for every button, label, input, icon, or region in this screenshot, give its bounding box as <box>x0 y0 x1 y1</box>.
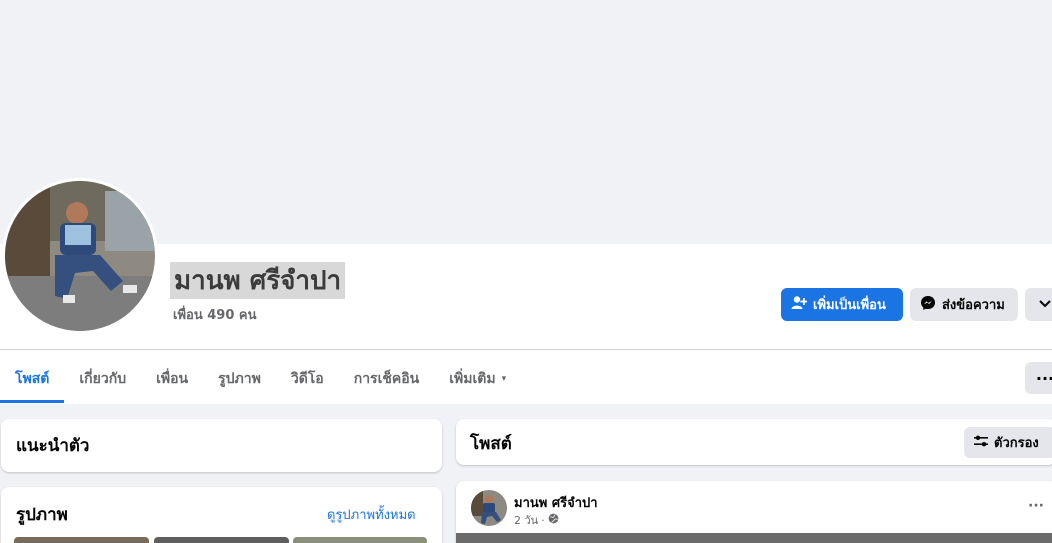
see-all-photos-link[interactable]: ดูรูปภาพทั้งหมด <box>327 504 416 525</box>
intro-card: แนะนำตัว <box>1 419 442 472</box>
photo-thumbnail[interactable] <box>293 537 427 543</box>
header-divider <box>0 349 1052 350</box>
post-options-button[interactable]: ··· <box>1028 498 1044 514</box>
person-add-icon <box>791 295 808 315</box>
posts-title: โพสต์ <box>470 434 512 454</box>
post-author-name[interactable]: มานพ ศรีจำปา <box>514 492 598 513</box>
posts-header-card: โพสต์ <box>456 419 1052 465</box>
tab-friends[interactable]: เพื่อน <box>141 355 203 403</box>
profile-name: มานพ ศรีจำปา <box>174 266 342 296</box>
photos-card: รูปภาพ ดูรูปภาพทั้งหมด <box>1 487 442 543</box>
caret-down-icon: ▾ <box>501 374 507 384</box>
globe-icon <box>548 513 559 527</box>
cover-photo[interactable] <box>0 0 1052 244</box>
tabs-overflow-button[interactable]: ··· <box>1025 362 1052 394</box>
intro-title: แนะนำตัว <box>16 436 90 456</box>
filter-button[interactable]: ตัวกรอง <box>964 427 1052 458</box>
tab-more[interactable]: เพิ่มเติม ▾ <box>434 355 521 403</box>
photos-title[interactable]: รูปภาพ <box>16 501 68 528</box>
photo-thumbnail[interactable] <box>154 537 289 543</box>
profile-name-highlight: มานพ ศรีจำปา <box>170 262 346 299</box>
post-meta: 2 วัน · <box>514 511 559 529</box>
tab-photos[interactable]: รูปภาพ <box>203 355 276 403</box>
tab-videos[interactable]: วิดีโอ <box>276 355 339 403</box>
message-button[interactable]: ส่งข้อความ <box>910 288 1018 321</box>
message-label: ส่งข้อความ <box>942 298 1005 313</box>
post-time[interactable]: 2 วัน <box>514 511 538 529</box>
avatar-photo <box>5 181 155 331</box>
tab-checkins[interactable]: การเช็คอิน <box>339 355 435 403</box>
profile-avatar[interactable] <box>2 178 158 334</box>
sliders-icon <box>974 435 988 451</box>
post-author-avatar[interactable] <box>471 490 507 526</box>
friends-count[interactable]: เพื่อน 490 คน <box>173 304 256 325</box>
chevron-down-icon <box>1039 297 1051 312</box>
tab-about[interactable]: เกี่ยวกับ <box>64 355 141 403</box>
filter-label: ตัวกรอง <box>994 436 1039 451</box>
add-friend-button[interactable]: เพิ่มเป็นเพื่อน <box>781 288 903 321</box>
add-friend-label: เพิ่มเป็นเพื่อน <box>813 298 886 313</box>
profile-tabs: โพสต์ เกี่ยวกับ เพื่อน รูปภาพ วิดีโอ การ… <box>0 355 521 403</box>
tab-posts[interactable]: โพสต์ <box>0 355 65 403</box>
post-image[interactable] <box>456 533 1052 543</box>
messenger-icon <box>920 295 936 315</box>
meta-separator: · <box>541 513 545 527</box>
profile-more-button[interactable] <box>1025 288 1052 321</box>
photo-thumbnail[interactable] <box>14 537 149 543</box>
